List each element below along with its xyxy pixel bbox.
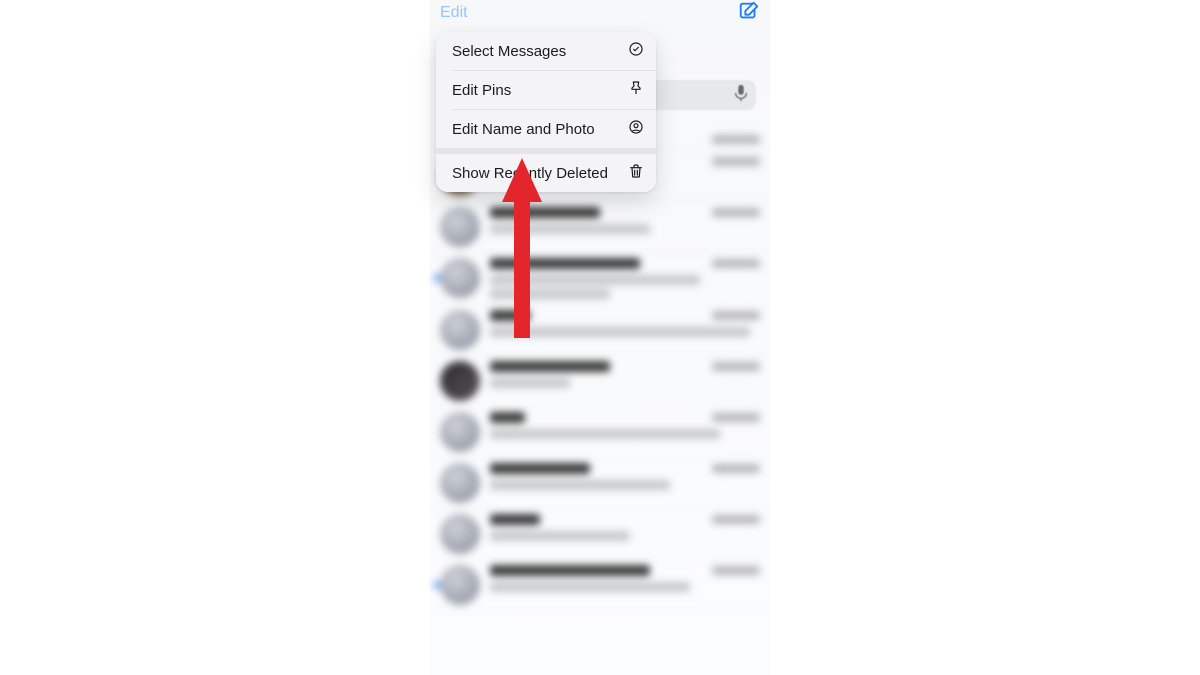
- check-circle-icon: [628, 41, 644, 61]
- menu-item-label: Select Messages: [452, 43, 566, 60]
- avatar: [440, 565, 480, 605]
- list-item[interactable]: [430, 305, 770, 356]
- unread-dot: [434, 275, 440, 281]
- menu-item-label: Edit Pins: [452, 82, 511, 99]
- list-item[interactable]: [430, 458, 770, 509]
- person-circle-icon: [628, 119, 644, 139]
- conversation-list[interactable]: [430, 120, 770, 675]
- trash-icon: [628, 163, 644, 183]
- avatar: [440, 258, 480, 298]
- edit-popover-menu: Select Messages Edit Pins Edit Name and …: [436, 32, 656, 192]
- list-item[interactable]: [430, 253, 770, 305]
- avatar: [440, 207, 480, 247]
- menu-item-edit-pins[interactable]: Edit Pins: [436, 71, 656, 109]
- list-item[interactable]: [430, 202, 770, 253]
- list-item[interactable]: [430, 560, 770, 611]
- menu-item-show-recently-deleted[interactable]: Show Recently Deleted: [436, 154, 656, 192]
- list-item[interactable]: [430, 356, 770, 407]
- edit-button[interactable]: Edit: [440, 4, 468, 22]
- avatar: [440, 412, 480, 452]
- avatar: [440, 514, 480, 554]
- avatar: [440, 310, 480, 350]
- compose-icon[interactable]: [738, 0, 760, 27]
- list-item[interactable]: [430, 407, 770, 458]
- unread-dot: [434, 582, 440, 588]
- list-item[interactable]: [430, 509, 770, 560]
- menu-item-label: Show Recently Deleted: [452, 165, 608, 182]
- mic-icon[interactable]: [734, 84, 748, 107]
- messages-app-screen: Edit: [430, 0, 770, 675]
- avatar: [440, 463, 480, 503]
- top-bar: Edit: [430, 0, 770, 26]
- menu-item-label: Edit Name and Photo: [452, 121, 595, 138]
- menu-item-edit-name-photo[interactable]: Edit Name and Photo: [436, 110, 656, 148]
- menu-item-select-messages[interactable]: Select Messages: [436, 32, 656, 70]
- pin-icon: [628, 80, 644, 100]
- avatar: [440, 361, 480, 401]
